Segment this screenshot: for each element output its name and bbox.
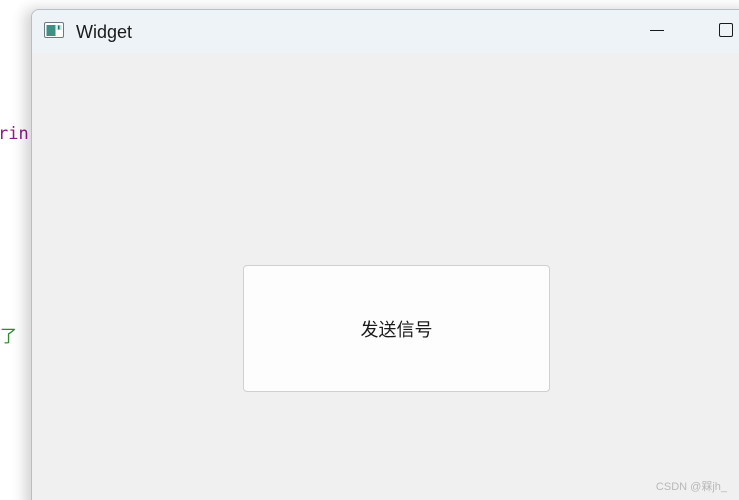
minimize-icon (650, 30, 664, 31)
background-code-fragment: rin (0, 124, 29, 144)
maximize-button[interactable] (704, 10, 739, 53)
background-code-fragment: 了 (0, 327, 17, 347)
minimize-button[interactable] (634, 10, 680, 53)
app-icon (44, 22, 64, 38)
desktop-screen: rin 了 Widget 发送信号 CSDN @槑jh_ (0, 0, 739, 500)
window-title: Widget (76, 22, 133, 42)
maximize-icon (719, 23, 733, 37)
watermark-text: CSDN @槑jh_ (655, 481, 727, 493)
window-client-area: 发送信号 (32, 53, 739, 500)
send-signal-button[interactable]: 发送信号 (243, 265, 550, 392)
widget-window: Widget 发送信号 (31, 9, 739, 500)
window-titlebar[interactable]: Widget (32, 10, 739, 53)
